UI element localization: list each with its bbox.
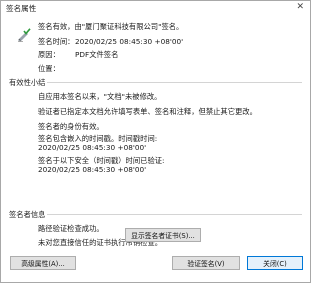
reason-label: 原因：	[38, 50, 60, 59]
close-icon[interactable]: ✕	[296, 2, 304, 12]
signer-line: 路径验证检查成功。	[38, 224, 104, 233]
verified-time-value: 2020/02/25 08:45:30 +08'00'	[38, 165, 147, 174]
validity-divider	[47, 82, 302, 83]
validity-line: 验证者已指定本文档允许填写表单、签名和注释，但禁止其它更改。	[38, 107, 257, 116]
location-label: 位置：	[38, 64, 60, 73]
title-bar: 签名属性 ✕	[1, 1, 310, 15]
close-button[interactable]: 关闭(C)	[247, 256, 303, 270]
validity-summary-heading: 有效性小结	[9, 78, 46, 87]
signature-properties-dialog: 签名属性 ✕ 签名有效，由"厦门聚证科技有限公司"签名。 签名时间： 2020/…	[0, 0, 311, 283]
show-signer-certificate-button[interactable]: 显示签名者证书(S)...	[125, 228, 201, 242]
reason-value: PDF文件签名	[75, 50, 119, 59]
signer-info-heading: 签名者信息	[9, 210, 46, 219]
advanced-properties-button[interactable]: 高级属性(A)...	[10, 256, 76, 270]
timestamp-value: 2020/02/25 08:45:30 +08'00'	[38, 143, 147, 152]
validity-line: 签名者的身份有效。	[38, 122, 104, 131]
signature-valid-icon	[17, 28, 31, 42]
validate-signature-button[interactable]: 验证签名(V)	[172, 256, 240, 270]
validity-line: 自应用本签名以来，"文档"未被修改。	[38, 92, 162, 101]
window-title: 签名属性	[6, 4, 37, 13]
sign-time-label: 签名时间：	[38, 37, 75, 46]
sign-time-value: 2020/02/25 08:45:30 +08'00'	[75, 37, 184, 46]
signer-divider	[47, 214, 302, 215]
signature-status: 签名有效，由"厦门聚证科技有限公司"签名。	[38, 22, 184, 31]
